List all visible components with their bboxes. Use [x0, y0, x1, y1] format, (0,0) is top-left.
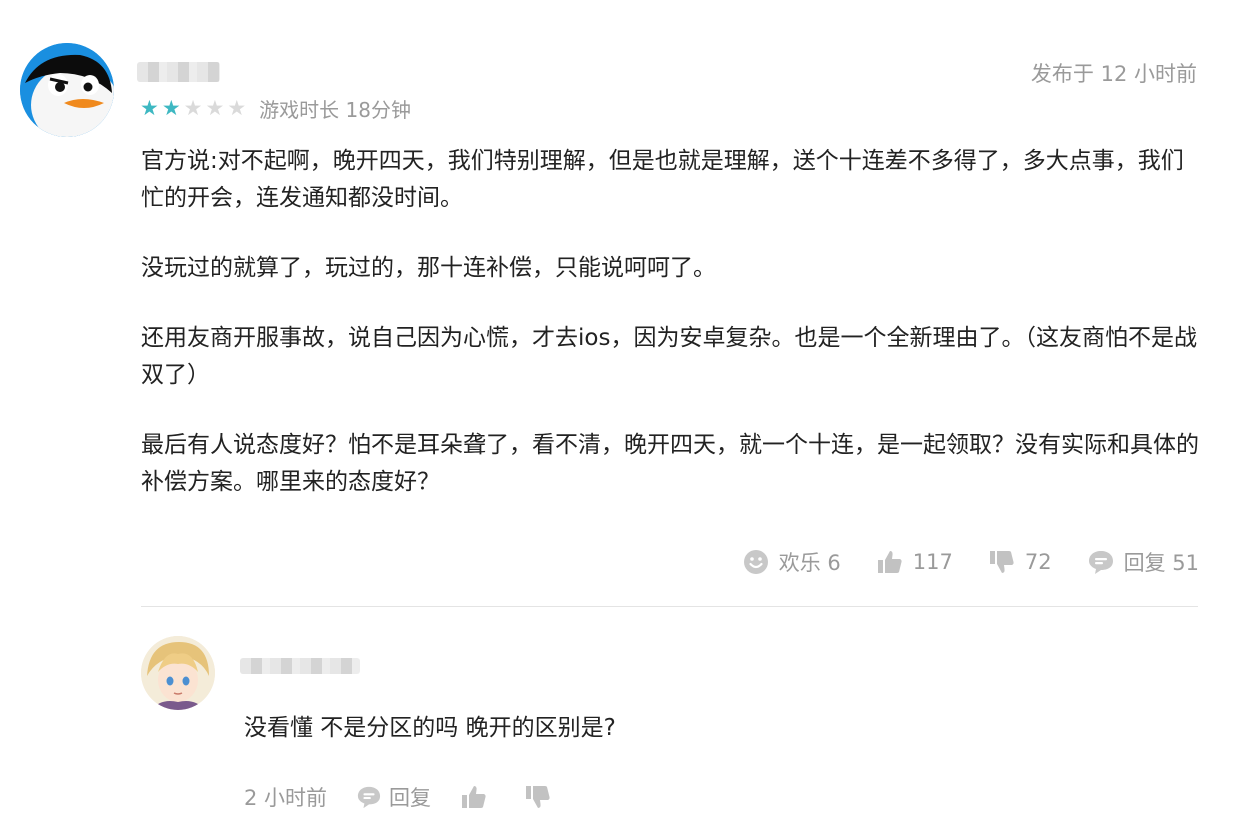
thumbs-down-icon — [989, 551, 1014, 573]
dislike-count: 72 — [1024, 550, 1052, 574]
reply-reply-button[interactable]: 回复 — [357, 782, 431, 812]
penguin-avatar-image — [20, 43, 114, 137]
reply-reply-label: 回复 — [389, 786, 432, 810]
comment-bubble-icon — [357, 786, 381, 809]
thumbs-up-icon — [877, 551, 902, 573]
anime-avatar-image — [141, 636, 215, 710]
review-paragraph: 官方说:对不起啊，晚开四天，我们特别理解，但是也就是理解，送个十连差不多得了，多… — [141, 148, 1184, 211]
playtime: 游戏时长 18分钟 — [259, 97, 411, 122]
replier-name-blurred — [240, 658, 360, 674]
review-actions: 欢乐 6 117 72 回复 51 — [707, 545, 1199, 579]
star-filled-icon: ★ — [140, 96, 159, 120]
thumbs-down-icon — [526, 786, 550, 808]
funny-button[interactable]: 欢乐 6 — [743, 547, 841, 577]
star-empty-icon: ★ — [183, 96, 203, 120]
rating-row: ★ ★ ★ ★ ★ 游戏时长 18分钟 — [140, 96, 411, 122]
reply-like-button[interactable] — [461, 784, 495, 810]
reply-count: 回复 51 — [1123, 551, 1199, 575]
review-paragraph: 没玩过的就算了，玩过的，那十连补偿，只能说呵呵了。 — [141, 255, 716, 281]
reviewer-avatar[interactable] — [20, 43, 114, 137]
reply-text: 没看懂 不是分区的吗 晚开的区别是? — [244, 715, 616, 741]
publish-time: 发布于 12 小时前 — [1030, 62, 1197, 86]
star-empty-icon: ★ — [205, 96, 225, 120]
reply-meta: 2 小时前 回复 — [244, 780, 589, 814]
review-paragraph: 最后有人说态度好？怕不是耳朵聋了，看不清，晚开四天，就一个十连，是一起领取？没有… — [141, 432, 1199, 495]
thumbs-up-icon — [462, 786, 486, 808]
reply-button[interactable]: 回复 51 — [1088, 547, 1199, 577]
dislike-button[interactable]: 72 — [989, 549, 1052, 575]
smiley-icon — [743, 550, 768, 574]
like-count: 117 — [912, 550, 953, 574]
review-body: 官方说:对不起啊，晚开四天，我们特别理解，但是也就是理解，送个十连差不多得了，多… — [141, 143, 1201, 534]
star-filled-icon: ★ — [161, 96, 181, 120]
divider — [141, 606, 1198, 607]
reply-time: 2 小时前 — [244, 786, 328, 810]
replier-avatar[interactable] — [141, 636, 215, 710]
funny-count: 欢乐 6 — [778, 551, 841, 575]
comment-bubble-icon — [1088, 551, 1113, 574]
reviewer-name-blurred — [137, 62, 220, 82]
review-page: 发布于 12 小时前 ★ ★ ★ ★ ★ 游戏时长 18分钟 官方说:对不起啊，… — [0, 0, 1241, 816]
star-empty-icon: ★ — [227, 96, 247, 120]
review-paragraph: 还用友商开服事故，说自己因为心慌，才去ios，因为安卓复杂。也是一个全新理由了。… — [141, 325, 1197, 388]
reply-dislike-button[interactable] — [525, 784, 559, 810]
like-button[interactable]: 117 — [877, 549, 953, 575]
